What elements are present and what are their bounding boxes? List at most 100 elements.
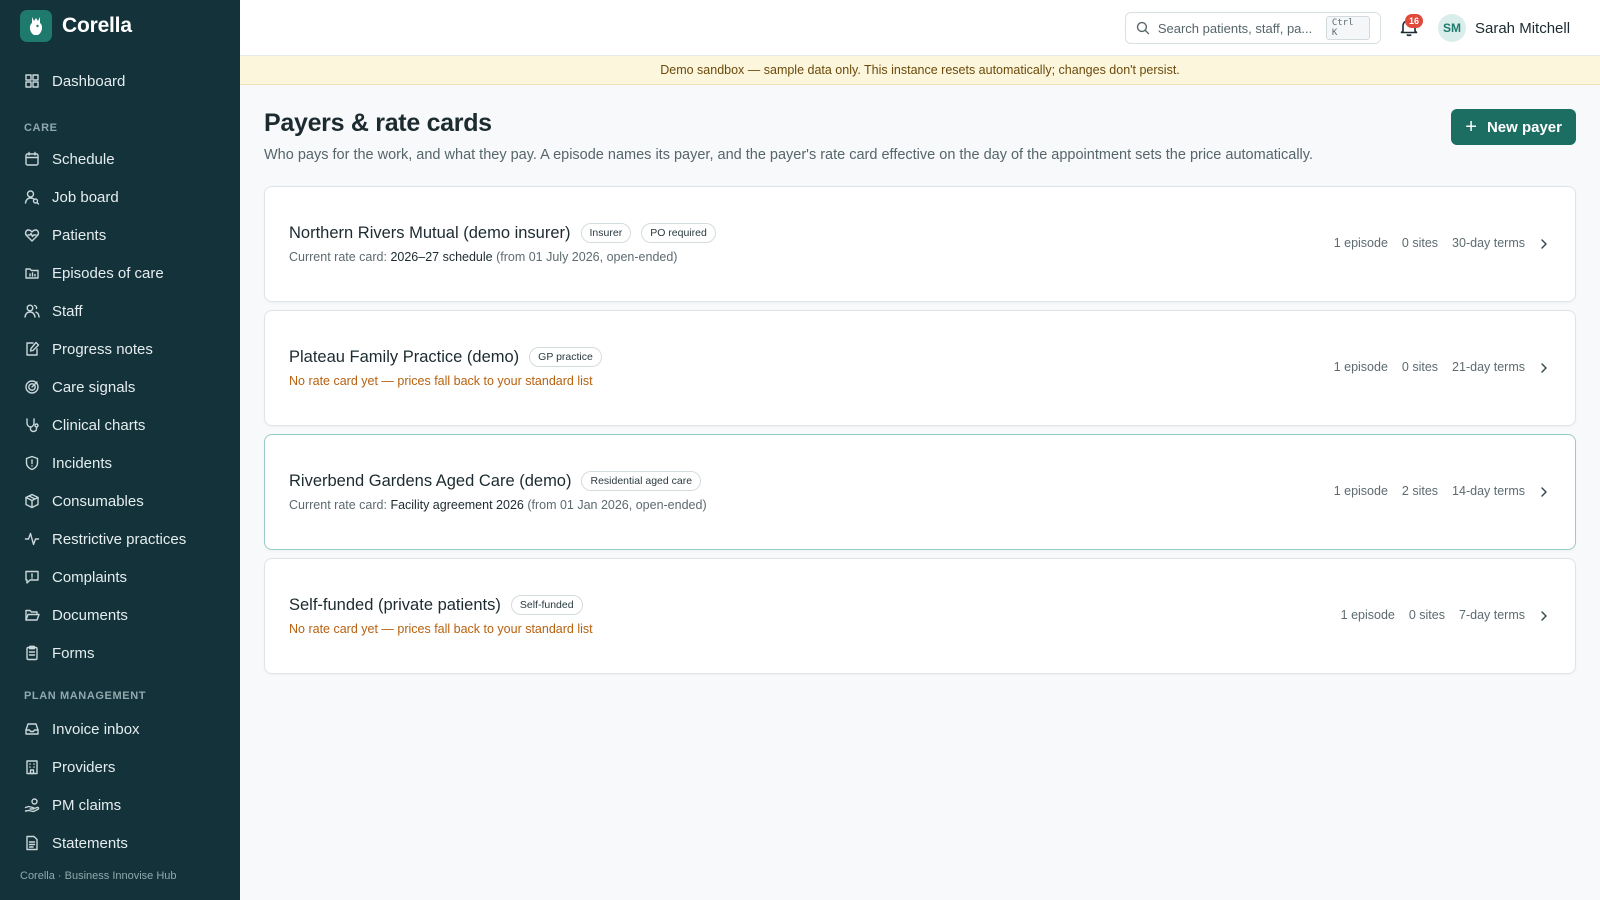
page-title: Payers & rate cards (264, 109, 492, 137)
stethoscope-icon (24, 417, 40, 433)
payment-terms: 30-day terms (1452, 236, 1525, 250)
search-shortcut: Ctrl K (1325, 16, 1370, 40)
sidebar: Corella Dashboard CARE Schedule Job board Pa… (0, 0, 240, 900)
sidebar-item-progress-notes[interactable]: Progress notes (0, 330, 240, 368)
sidebar-item-pm-claims[interactable]: PM claims (0, 786, 240, 824)
episode-count: 1 episode (1333, 484, 1388, 498)
payer-stats: 1 episode 0 sites 7-day terms (1341, 608, 1525, 622)
rate-card-range: (from 01 Jan 2026, open-ended) (523, 498, 707, 512)
payer-header: Northern Rivers Mutual (demo insurer) In… (289, 223, 716, 243)
file-text-icon (24, 835, 40, 851)
sidebar-section-label: CARE (24, 122, 58, 134)
site-count: 0 sites (1401, 236, 1439, 250)
sidebar-item-label: Complaints (52, 568, 128, 586)
payment-terms: 7-day terms (1459, 608, 1525, 622)
sidebar-item-label: Incidents (52, 454, 113, 472)
rate-card-name: Facility agreement 2026 (390, 498, 524, 512)
sidebar-item-label: Restrictive practices (52, 530, 187, 548)
payer-stats: 1 episode 0 sites 30-day terms (1334, 236, 1525, 250)
grid-icon (24, 73, 40, 89)
sidebar-nav: Dashboard CARE Schedule Job board Patients Ep… (0, 62, 240, 862)
user-name: Sarah Mitchell (1475, 19, 1571, 37)
sidebar-item-incidents[interactable]: Incidents (0, 444, 240, 482)
sidebar-item-forms[interactable]: Forms (0, 634, 240, 672)
rate-card-summary: Current rate card: Facility agreement 20… (289, 498, 707, 512)
note-edit-icon (24, 341, 40, 357)
folder-open-icon (24, 607, 40, 623)
clipboard-icon (24, 645, 40, 661)
sidebar-item-job-board[interactable]: Job board (0, 178, 240, 216)
payer-name: Northern Rivers Mutual (demo insurer) (289, 223, 571, 242)
payer-list: Northern Rivers Mutual (demo insurer) In… (264, 186, 1576, 682)
sidebar-item-patients[interactable]: Patients (0, 216, 240, 254)
sidebar-item-label: Progress notes (52, 340, 153, 358)
folder-chart-icon (24, 265, 40, 281)
rate-card-range: (from 01 July 2026, open-ended) (492, 250, 678, 264)
chevron-right-icon (1541, 239, 1547, 249)
rate-card-prefix: Current rate card: (289, 498, 391, 512)
sidebar-item-consumables[interactable]: Consumables (0, 482, 240, 520)
chevron-right-icon (1541, 363, 1547, 373)
notifications-badge: 16 (1405, 14, 1424, 28)
sidebar-item-clinical-charts[interactable]: Clinical charts (0, 406, 240, 444)
sidebar-item-label: Schedule (52, 150, 115, 168)
rate-card-name: 2026–27 schedule (390, 250, 493, 264)
sidebar-item-schedule[interactable]: Schedule (0, 140, 240, 178)
no-rate-card-warning: No rate card yet — prices fall back to y… (289, 374, 593, 388)
user-menu[interactable]: SM Sarah Mitchell (1438, 14, 1570, 42)
sidebar-item-statements[interactable]: Statements (0, 824, 240, 862)
sidebar-item-label: Clinical charts (52, 416, 146, 434)
user-search-icon (24, 189, 40, 205)
payer-card[interactable]: Northern Rivers Mutual (demo insurer) In… (264, 186, 1576, 302)
sidebar-item-label: Consumables (52, 492, 144, 510)
episode-count: 1 episode (1340, 608, 1395, 622)
sidebar-item-label: Dashboard (52, 72, 126, 90)
avatar: SM (1438, 14, 1466, 42)
users-icon (24, 303, 40, 319)
payer-type-badge: Self-funded (510, 595, 583, 615)
sidebar-item-label: PM claims (52, 796, 122, 814)
app-name: Corella (62, 14, 132, 37)
payer-name: Self-funded (private patients) (289, 595, 501, 614)
payer-type-badge: Insurer (580, 223, 632, 243)
activity-icon (24, 531, 40, 547)
message-alert-icon (24, 569, 40, 585)
package-icon (24, 493, 40, 509)
payer-name: Riverbend Gardens Aged Care (demo) (289, 471, 572, 490)
target-icon (24, 379, 40, 395)
sidebar-item-label: Staff (52, 302, 83, 320)
global-search[interactable]: Ctrl K (1125, 12, 1381, 44)
sidebar-item-complaints[interactable]: Complaints (0, 558, 240, 596)
new-payer-label: New payer (1486, 118, 1562, 136)
rate-card-summary: Current rate card: 2026–27 schedule (fro… (289, 250, 677, 264)
payer-card[interactable]: Riverbend Gardens Aged Care (demo) Resid… (264, 434, 1576, 550)
sidebar-item-invoice-inbox[interactable]: Invoice inbox (0, 710, 240, 748)
heart-icon (24, 227, 40, 243)
sidebar-item-label: Invoice inbox (52, 720, 140, 738)
payer-stats: 1 episode 2 sites 14-day terms (1334, 484, 1525, 498)
sidebar-item-staff[interactable]: Staff (0, 292, 240, 330)
payer-type-badge: PO required (641, 223, 716, 243)
payer-card[interactable]: Plateau Family Practice (demo) GP practi… (264, 310, 1576, 426)
sidebar-item-label: Patients (52, 226, 107, 244)
payer-name: Plateau Family Practice (demo) (289, 347, 520, 366)
sidebar-item-label: Statements (52, 834, 128, 852)
payer-header: Self-funded (private patients) Self-fund… (289, 595, 583, 615)
sidebar-item-care-signals[interactable]: Care signals (0, 368, 240, 406)
site-count: 0 sites (1408, 608, 1445, 622)
sidebar-item-dashboard[interactable]: Dashboard (0, 62, 240, 100)
site-count: 0 sites (1401, 360, 1439, 374)
sidebar-item-documents[interactable]: Documents (0, 596, 240, 634)
shield-alert-icon (24, 455, 40, 471)
new-payer-button[interactable]: + New payer (1451, 109, 1576, 145)
corella-logo-icon (20, 10, 52, 42)
sidebar-item-restrictive-practices[interactable]: Restrictive practices (0, 520, 240, 558)
payment-terms: 21-day terms (1452, 360, 1525, 374)
sidebar-item-providers[interactable]: Providers (0, 748, 240, 786)
payer-type-badge: GP practice (529, 347, 602, 367)
payer-card[interactable]: Self-funded (private patients) Self-fund… (264, 558, 1576, 674)
sidebar-item-episodes-of-care[interactable]: Episodes of care (0, 254, 240, 292)
demo-banner: Demo sandbox — sample data only. This in… (240, 56, 1600, 85)
brand[interactable]: Corella (20, 10, 132, 42)
search-input[interactable] (1157, 20, 1318, 36)
